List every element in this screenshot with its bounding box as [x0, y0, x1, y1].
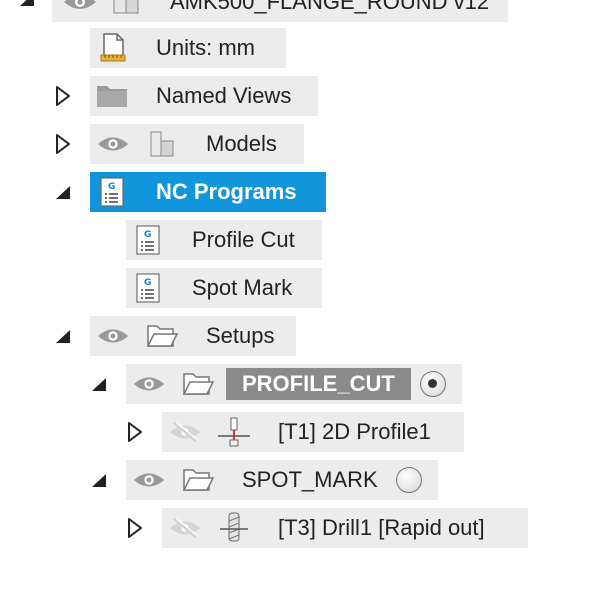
models-label: Models — [206, 131, 277, 156]
named-views-expand-toggle[interactable] — [54, 85, 72, 107]
nc-program-label: Profile Cut — [192, 227, 295, 252]
units-row[interactable]: Units: mm — [90, 28, 286, 68]
nc-program-g-icon: G — [130, 268, 166, 308]
eye-slash-icon[interactable] — [164, 508, 206, 548]
setup-label: PROFILE_CUT — [226, 368, 411, 400]
nc-program-item[interactable]: G Spot Mark — [126, 268, 322, 308]
mill-tool-icon — [214, 412, 254, 452]
operation-expand-toggle[interactable] — [126, 517, 144, 539]
nc-program-g-icon: G — [130, 220, 166, 260]
tree-root-label: AMK500_FLANGE_ROUND v12 — [170, 0, 490, 14]
setups-row[interactable]: Setups — [90, 316, 296, 356]
operation-row[interactable]: [T3] Drill1 [Rapid out] — [162, 508, 528, 548]
eye-icon[interactable] — [58, 0, 102, 22]
active-setup-radio[interactable] — [420, 371, 446, 397]
nc-programs-row[interactable]: G NC Programs — [90, 172, 326, 212]
open-folder-icon — [180, 460, 216, 500]
tree-root-row[interactable]: AMK500_FLANGE_ROUND v12 — [52, 0, 508, 22]
setup-row-spot-mark[interactable]: SPOT_MARK — [126, 460, 438, 500]
setups-label: Setups — [206, 323, 275, 348]
models-expand-toggle[interactable] — [54, 133, 72, 155]
nc-programs-expand-toggle[interactable] — [54, 181, 72, 203]
operation-expand-toggle[interactable] — [126, 421, 144, 443]
eye-icon[interactable] — [92, 316, 134, 356]
svg-text:G: G — [144, 230, 151, 240]
operation-label: [T3] Drill1 [Rapid out] — [278, 515, 485, 540]
blocks-icon — [144, 124, 180, 164]
eye-slash-icon[interactable] — [164, 412, 206, 452]
svg-text:G: G — [108, 182, 115, 192]
spot-mark-expand-toggle[interactable] — [90, 469, 108, 491]
folder-icon — [94, 76, 130, 116]
nc-program-label: Spot Mark — [192, 275, 293, 300]
drill-icon — [214, 508, 254, 548]
open-folder-icon — [180, 364, 216, 404]
svg-text:G: G — [144, 278, 151, 288]
component-icon — [108, 0, 144, 22]
setup-radio[interactable] — [396, 467, 422, 493]
named-views-row[interactable]: Named Views — [90, 76, 318, 116]
open-folder-icon — [144, 316, 180, 356]
eye-icon[interactable] — [128, 364, 170, 404]
operation-row[interactable]: [T1] 2D Profile1 — [162, 412, 464, 452]
named-views-label: Named Views — [156, 83, 292, 108]
root-expand-toggle[interactable] — [18, 0, 36, 10]
setups-expand-toggle[interactable] — [54, 325, 72, 347]
operation-label: [T1] 2D Profile1 — [278, 419, 431, 444]
eye-icon[interactable] — [128, 460, 170, 500]
eye-icon[interactable] — [92, 124, 134, 164]
nc-program-item[interactable]: G Profile Cut — [126, 220, 322, 260]
models-row[interactable]: Models — [90, 124, 304, 164]
document-ruler-icon — [94, 28, 132, 68]
setup-row-profile-cut[interactable]: PROFILE_CUT — [126, 364, 462, 404]
profile-cut-expand-toggle[interactable] — [90, 373, 108, 395]
setup-label: SPOT_MARK — [242, 467, 378, 492]
nc-program-g-icon: G — [94, 172, 130, 212]
units-label: Units: mm — [156, 35, 255, 60]
nc-programs-label: NC Programs — [156, 179, 297, 204]
